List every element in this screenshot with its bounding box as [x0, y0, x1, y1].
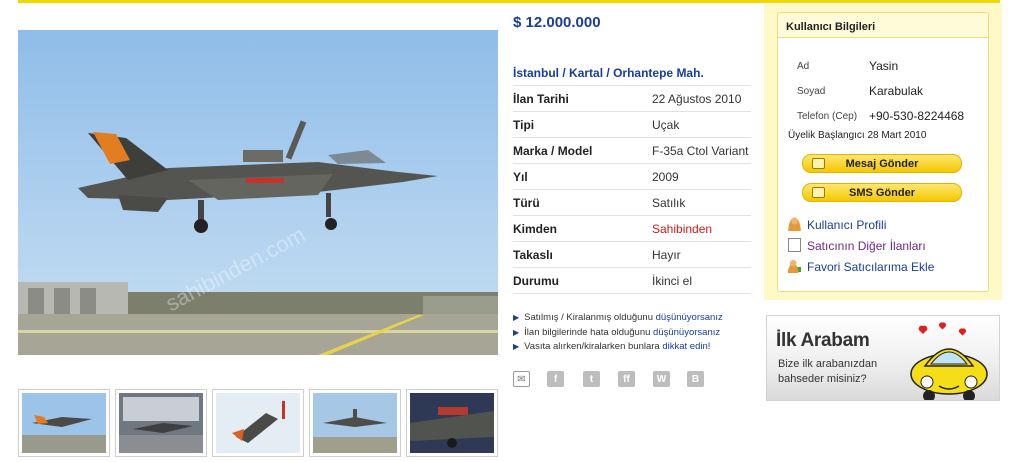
surname-value: Karabulak	[869, 84, 924, 98]
report-sold-link[interactable]: düşünüyorsanız	[656, 312, 723, 323]
detail-label: Marka / Model	[513, 143, 593, 158]
arrow-right-icon: ▶	[513, 313, 520, 322]
detail-value: İkinci el	[652, 273, 693, 288]
user-info-panel: Kullanıcı Bilgileri Ad Yasin Soyad Karab…	[764, 4, 1002, 300]
detail-value: Sahibinden	[652, 221, 713, 236]
detail-value: Uçak	[652, 117, 680, 132]
user-icon	[788, 217, 801, 231]
thumbnail-2[interactable]	[115, 389, 207, 457]
phone-value: +90-530-8224468	[869, 109, 965, 123]
blogger-icon[interactable]: B	[687, 371, 704, 387]
detail-label: Takaslı	[513, 247, 553, 262]
detail-row-trade: Takaslı Hayır	[513, 242, 751, 268]
thumbnail-5[interactable]	[406, 389, 498, 457]
send-sms-label: SMS Gönder	[848, 187, 915, 199]
arrow-right-icon: ▶	[513, 342, 520, 351]
send-message-label: Mesaj Gönder	[845, 158, 919, 170]
arrow-right-icon: ▶	[513, 327, 520, 337]
friendfeed-icon[interactable]: ff	[618, 371, 635, 387]
detail-value: Satılık	[652, 195, 686, 210]
detail-row-model: Marka / Model F-35a Ctol Variant	[513, 138, 751, 164]
add-user-icon	[788, 259, 801, 273]
name-label: Ad	[797, 61, 810, 72]
send-sms-button[interactable]: SMS Gönder	[802, 183, 962, 202]
add-favorite-seller-link[interactable]: Favori Satıcılarıma Ekle	[788, 259, 934, 274]
note-text: Satılmış / Kiralanmış olduğunu	[524, 312, 656, 323]
twitter-icon[interactable]: t	[583, 371, 600, 387]
seller-other-listings-link[interactable]: Satıcının Diğer İlanları	[788, 238, 926, 253]
location-neighborhood-link[interactable]: Orhantepe Mah.	[613, 66, 704, 80]
main-listing-photo[interactable]: sahibinden.com	[18, 30, 498, 355]
member-since: Üyelik Başlangıcı 28 Mart 2010	[788, 130, 927, 141]
report-error-link[interactable]: düşünüyorsanız	[653, 327, 720, 338]
caution-link[interactable]: dikkat edin!	[662, 341, 710, 352]
wordpress-icon[interactable]: W	[653, 371, 670, 387]
detail-row-condition: Durumu İkinci el	[513, 268, 751, 294]
location-district-link[interactable]: Kartal	[569, 66, 603, 80]
user-profile-label: Kullanıcı Profili	[807, 218, 887, 232]
listing-notes: ▶ Satılmış / Kiralanmış olduğunu düşünüyo…	[513, 311, 723, 355]
user-profile-link[interactable]: Kullanıcı Profili	[788, 217, 886, 232]
jet-photo-image: sahibinden.com	[18, 30, 498, 355]
detail-label: Durumu	[513, 273, 559, 288]
seller-other-listings-label: Satıcının Diğer İlanları	[807, 239, 926, 253]
name-value: Yasin	[869, 59, 899, 73]
location-breadcrumb: İstanbul / Kartal / Orhantepe Mah.	[513, 66, 704, 80]
detail-label: Türü	[513, 195, 540, 210]
detail-row-type: Tipi Uçak	[513, 112, 751, 138]
phone-label: Telefon (Cep)	[797, 111, 858, 122]
ilk-arabam-ad-banner[interactable]: İlk Arabam Bize ilk arabanızdan bahseder…	[766, 315, 1000, 401]
user-info-title: Kullanıcı Bilgileri	[778, 13, 988, 38]
detail-label: Yıl	[513, 169, 528, 184]
note-sold: ▶ Satılmış / Kiralanmış olduğunu düşünüyo…	[513, 311, 723, 326]
detail-value: 2009	[652, 169, 679, 184]
detail-value: Hayır	[652, 247, 681, 262]
detail-value: 22 Ağustos 2010	[652, 91, 742, 106]
detail-label: İlan Tarihi	[513, 91, 569, 106]
thumbnail-3[interactable]	[212, 389, 304, 457]
thumbnail-4[interactable]	[309, 389, 401, 457]
surname-label: Soyad	[797, 86, 826, 97]
detail-label: Tipi	[513, 117, 535, 132]
add-favorite-seller-label: Favori Satıcılarıma Ekle	[807, 260, 935, 274]
detail-row-year: Yıl 2009	[513, 164, 751, 190]
detail-label: Kimden	[513, 221, 558, 236]
document-icon	[788, 238, 801, 252]
ad-title: İlk Arabam	[776, 330, 870, 351]
email-icon[interactable]: ✉	[513, 371, 530, 387]
location-city-link[interactable]: İstanbul	[513, 66, 559, 80]
thumbnail-1[interactable]	[18, 389, 110, 457]
breadcrumb-separator: /	[562, 66, 566, 80]
breadcrumb-separator: /	[606, 66, 610, 80]
note-caution: ▶ Vasıta alırken/kiralarken bunlara dikka…	[513, 340, 723, 355]
detail-row-date: İlan Tarihi 22 Ağustos 2010	[513, 86, 751, 112]
detail-value: F-35a Ctol Variant	[652, 143, 749, 158]
send-message-button[interactable]: Mesaj Gönder	[802, 154, 962, 173]
listing-price: $ 12.000.000	[513, 14, 601, 31]
facebook-icon[interactable]: f	[547, 371, 564, 387]
ad-text: Bize ilk arabanızdan bahseder misiniz?	[778, 358, 878, 385]
detail-row-seller: Kimden Sahibinden	[513, 216, 751, 242]
top-accent-bar	[18, 0, 1000, 3]
detail-row-kind: Türü Satılık	[513, 190, 751, 216]
user-info-card: Kullanıcı Bilgileri Ad Yasin Soyad Karab…	[777, 12, 989, 292]
note-text: Vasıta alırken/kiralarken bunlara	[524, 341, 663, 352]
yellow-car-illustration	[910, 322, 988, 400]
listing-details-table: İlan Tarihi 22 Ağustos 2010 Tipi Uçak Mark…	[513, 85, 751, 294]
note-text: İlan bilgilerinde hata olduğunu	[524, 326, 654, 338]
note-error: ▶ İlan bilgilerinde hata olduğunu düşünüy…	[513, 326, 723, 341]
